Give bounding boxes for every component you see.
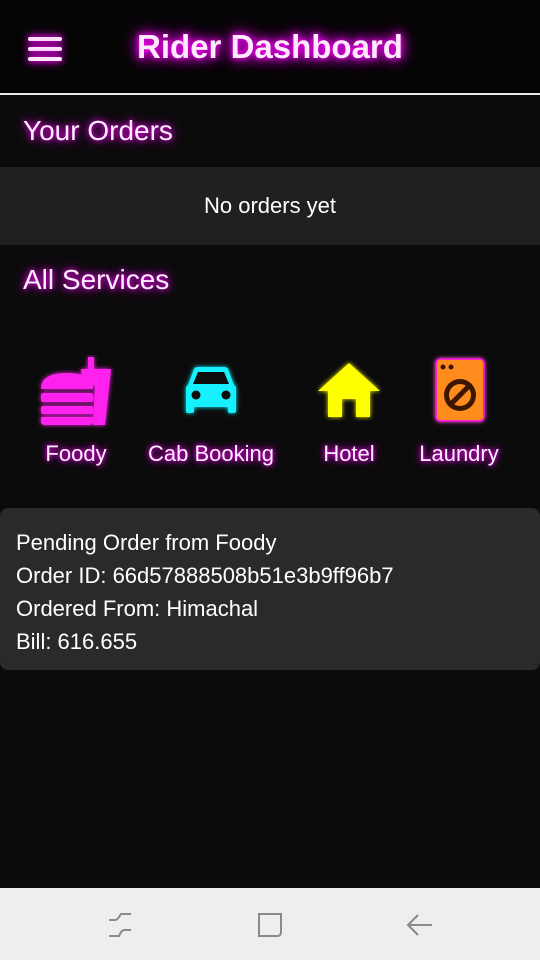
orders-empty-text: No orders yet bbox=[203, 193, 337, 218]
food-drink-icon bbox=[41, 357, 111, 425]
service-laundry[interactable]: Laundry bbox=[384, 355, 534, 475]
ordered-from: Ordered From: Himachal bbox=[16, 596, 259, 621]
service-label: Foody bbox=[45, 441, 107, 466]
home-button[interactable] bbox=[240, 908, 300, 942]
back-button[interactable] bbox=[390, 908, 450, 942]
orders-empty-state: No orders yet bbox=[0, 167, 540, 245]
back-arrow-icon bbox=[406, 914, 432, 936]
page-title: Rider Dashboard bbox=[137, 28, 403, 65]
washing-machine-icon bbox=[435, 358, 485, 422]
home-square-icon bbox=[258, 913, 282, 937]
car-icon bbox=[186, 367, 236, 413]
recents-button[interactable] bbox=[90, 908, 150, 942]
pending-order-card[interactable]: Pending Order from Foody Order ID: 66d57… bbox=[0, 508, 540, 670]
service-foody[interactable]: Foody bbox=[0, 355, 150, 475]
all-services-heading: All Services bbox=[23, 264, 170, 295]
service-label: Laundry bbox=[419, 441, 499, 466]
recents-icon bbox=[109, 913, 131, 937]
service-cab-booking[interactable]: Cab Booking bbox=[136, 355, 286, 475]
bill-amount: Bill: 616.655 bbox=[16, 629, 138, 654]
service-label: Cab Booking bbox=[148, 441, 274, 466]
pending-order-title: Pending Order from Foody bbox=[16, 530, 277, 555]
your-orders-heading: Your Orders bbox=[23, 115, 173, 146]
services-row: Foody Cab Booking Hotel Laundry bbox=[0, 355, 540, 475]
system-navigation-bar bbox=[0, 888, 540, 960]
app-bar: Rider Dashboard bbox=[0, 0, 540, 95]
house-icon bbox=[318, 363, 380, 417]
order-id: Order ID: 66d57888508b51e3b9ff96b7 bbox=[16, 563, 394, 588]
